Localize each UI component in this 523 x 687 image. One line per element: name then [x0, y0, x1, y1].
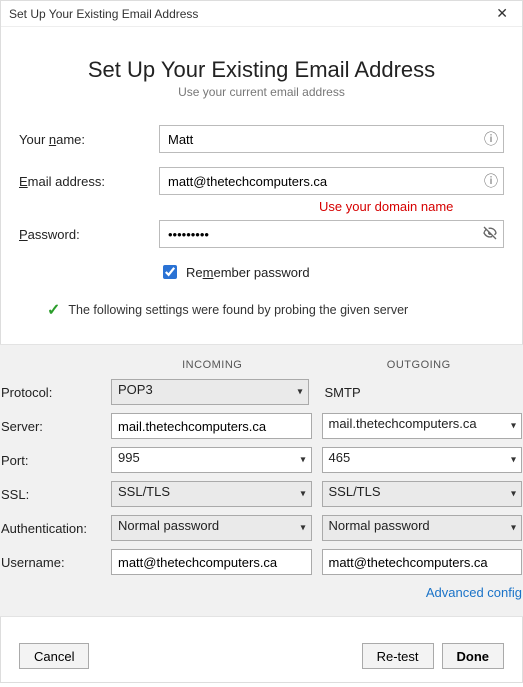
check-icon: ✓ — [47, 300, 60, 320]
protocol-label: Protocol: — [1, 385, 101, 400]
incoming-auth-select[interactable]: Normal password — [111, 515, 312, 541]
outgoing-protocol: SMTP — [319, 385, 523, 400]
outgoing-port-select[interactable]: 465 — [322, 447, 523, 473]
outgoing-header: OUTGOING — [316, 359, 523, 371]
info-icon: ⓘ — [484, 132, 498, 146]
info-icon: ⓘ — [484, 174, 498, 188]
email-input[interactable] — [159, 167, 504, 195]
incoming-server-input[interactable] — [111, 413, 312, 439]
done-button[interactable]: Done — [442, 643, 505, 669]
username-label: Username: — [1, 555, 101, 570]
incoming-username-input[interactable] — [111, 549, 312, 575]
outgoing-auth-select[interactable]: Normal password — [322, 515, 523, 541]
outgoing-server-select[interactable]: mail.thetechcomputers.ca — [322, 413, 523, 439]
cancel-button[interactable]: Cancel — [19, 643, 89, 669]
password-label: Password: — [19, 227, 159, 242]
incoming-protocol-select[interactable]: POP3 — [111, 379, 309, 405]
password-input[interactable] — [159, 220, 504, 248]
incoming-header: INCOMING — [109, 359, 316, 371]
eye-off-icon[interactable] — [482, 225, 498, 243]
advanced-config-link[interactable]: Advanced config — [1, 585, 522, 600]
ssl-label: SSL: — [1, 487, 101, 502]
annotation-text: Use your domain name — [319, 199, 504, 214]
retest-button[interactable]: Re-test — [362, 643, 434, 669]
window-title: Set Up Your Existing Email Address — [9, 7, 198, 21]
outgoing-username-input[interactable] — [322, 549, 523, 575]
port-label: Port: — [1, 453, 101, 468]
name-label: Your name: — [19, 132, 159, 147]
incoming-port-select[interactable]: 995 — [111, 447, 312, 473]
page-subtitle: Use your current email address — [19, 85, 504, 99]
status-row: ✓ The following settings were found by p… — [47, 300, 504, 320]
server-label: Server: — [1, 419, 101, 434]
auth-label: Authentication: — [1, 521, 101, 536]
close-icon[interactable]: ✕ — [490, 5, 514, 22]
page-title: Set Up Your Existing Email Address — [19, 57, 504, 83]
email-label: Email address: — [19, 174, 159, 189]
name-input[interactable] — [159, 125, 504, 153]
titlebar: Set Up Your Existing Email Address ✕ — [1, 1, 522, 27]
incoming-ssl-select[interactable]: SSL/TLS — [111, 481, 312, 507]
remember-label: Remember password — [186, 265, 310, 280]
outgoing-ssl-select[interactable]: SSL/TLS — [322, 481, 523, 507]
status-text: The following settings were found by pro… — [68, 303, 408, 317]
remember-checkbox[interactable] — [163, 265, 177, 279]
